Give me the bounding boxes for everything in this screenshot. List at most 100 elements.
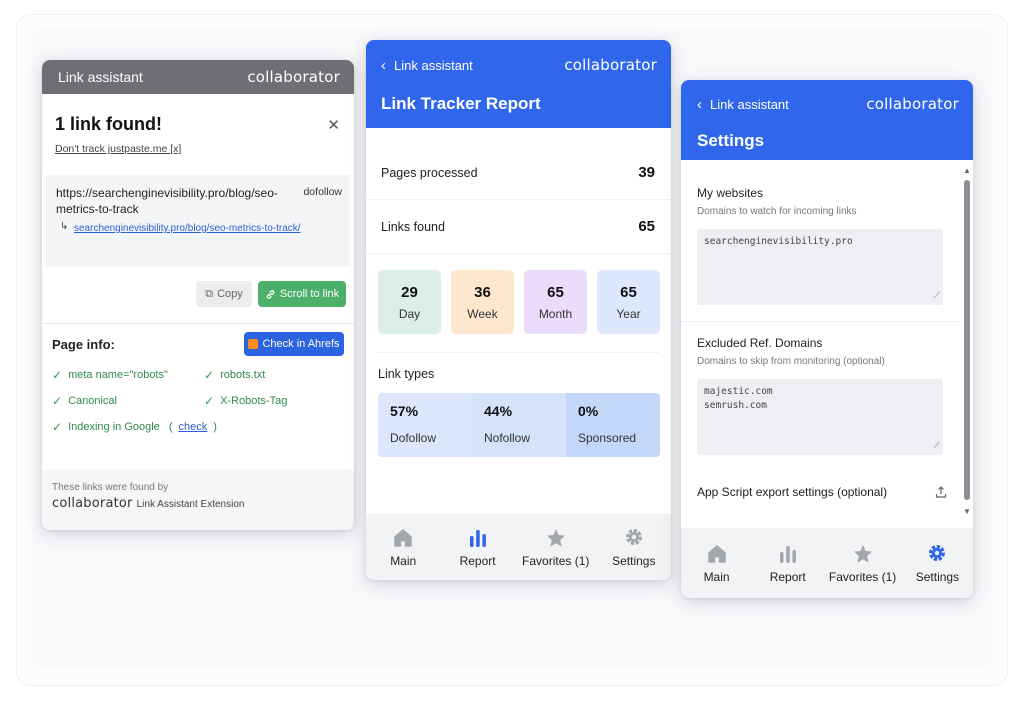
resize-grip-icon[interactable]: ⟋ (934, 439, 940, 453)
resize-grip-icon[interactable]: ⟋ (934, 289, 940, 303)
period-tile-month[interactable]: 65 Month (524, 270, 587, 334)
stat-value: 65 (638, 218, 655, 235)
link-url: https://searchenginevisibility.pro/blog/… (56, 186, 278, 216)
back-button[interactable]: ‹ Link assistant (381, 57, 473, 74)
stat-label: Links found (381, 219, 445, 234)
nav-report[interactable]: Report (448, 526, 508, 568)
link-types-bar: 57% Dofollow 44% Nofollow 0% Sponsored (378, 393, 660, 457)
found-title: 1 link found! (55, 114, 162, 134)
brand-logo: collaborator (564, 56, 657, 74)
settings-body: My websites Domains to watch for incomin… (681, 160, 961, 524)
link-type-sponsored: 0% Sponsored (566, 393, 660, 457)
checkmark-icon: ✓ (52, 368, 63, 382)
popup-footer: These links were found by collaborator L… (42, 470, 354, 530)
upload-icon[interactable] (935, 486, 947, 498)
link-tracker-report-panel: ‹ Link assistant collaborator Link Track… (366, 40, 671, 580)
link-type-dofollow: 57% Dofollow (378, 393, 472, 457)
checkmark-icon: ✓ (52, 394, 63, 408)
scroll-up-arrow-icon[interactable]: ▲ (963, 166, 971, 175)
my-websites-textarea[interactable]: searchenginevisibility.pro ⟋ (697, 229, 943, 305)
check-item: ✓ meta name="robots" (52, 368, 168, 382)
home-icon (707, 545, 726, 563)
check-item: ✓ Canonical (52, 394, 117, 408)
gear-icon (625, 529, 642, 545)
stat-row: Links found 65 (366, 200, 671, 254)
ahrefs-label: Check in Ahrefs (262, 338, 340, 350)
page-title: Settings (697, 131, 765, 150)
check-item: ✓ Indexing in Google (check) (52, 420, 217, 434)
footer-brand: collaborator (52, 496, 133, 511)
nav-settings[interactable]: Settings (907, 542, 967, 584)
check-item: ✓ robots.txt (204, 368, 266, 382)
footer-extension-name: Link Assistant Extension (136, 499, 245, 510)
nav-favorites[interactable]: Favorites (1) (522, 526, 589, 568)
section-subtitle: Domains to watch for incoming links (697, 206, 857, 217)
return-arrow-icon: ↳ (60, 221, 69, 232)
nav-report[interactable]: Report (758, 542, 818, 584)
scrollbar[interactable]: ▲ ▼ (961, 166, 973, 516)
back-label: Link assistant (710, 96, 789, 112)
stat-value: 39 (638, 164, 655, 181)
section-title: My websites (697, 186, 764, 200)
export-label: App Script export settings (optional) (697, 485, 888, 499)
nav-main[interactable]: Main (373, 526, 433, 568)
settings-header: ‹ Link assistant collaborator Settings (681, 80, 973, 160)
section-title: Excluded Ref. Domains (697, 336, 823, 350)
back-button[interactable]: ‹ Link assistant (697, 96, 789, 113)
period-tile-day[interactable]: 29 Day (378, 270, 441, 334)
footer-text: These links were found by (52, 482, 169, 493)
stat-row: Pages processed 39 (366, 146, 671, 200)
scrollbar-thumb[interactable] (964, 180, 970, 500)
link-icon (266, 289, 275, 299)
link-types-title: Link types (378, 367, 435, 381)
section-subtitle: Domains to skip from monitoring (optiona… (697, 356, 885, 367)
ahrefs-icon (248, 339, 259, 349)
link-type-nofollow: 44% Nofollow (472, 393, 566, 457)
stat-label: Pages processed (381, 165, 478, 180)
check-in-ahrefs-button[interactable]: Check in Ahrefs (244, 332, 344, 356)
nav-favorites[interactable]: Favorites (1) (829, 542, 896, 584)
bar-chart-icon (779, 546, 796, 563)
link-type-badge: dofollow (303, 186, 342, 198)
bar-chart-icon (469, 530, 486, 547)
period-tile-week[interactable]: 36 Week (451, 270, 514, 334)
popup-header: Link assistant collaborator (42, 60, 354, 94)
period-tiles: 29 Day 36 Week 65 Month 65 Year (366, 254, 671, 334)
page-info-label: Page info: (52, 336, 115, 352)
checkmark-icon: ✓ (204, 368, 215, 382)
link-assistant-popup: Link assistant collaborator 1 link found… (42, 60, 354, 530)
checkmark-icon: ✓ (204, 394, 215, 408)
scroll-to-link-button[interactable]: Scroll to link (258, 281, 346, 307)
bottom-nav: Main Report Favorites (1) Settings (681, 528, 973, 598)
home-icon (394, 529, 412, 547)
checkmark-icon: ✓ (52, 420, 63, 434)
copy-label: Copy (217, 288, 243, 300)
back-label: Link assistant (394, 57, 473, 73)
bottom-nav: Main Report Favorites (1) Settings (366, 514, 671, 580)
brand-logo: collaborator (866, 95, 959, 113)
scroll-label: Scroll to link (279, 288, 340, 300)
scroll-down-arrow-icon[interactable]: ▼ (963, 507, 971, 516)
nav-main[interactable]: Main (687, 542, 747, 584)
period-tile-year[interactable]: 65 Year (597, 270, 660, 334)
dont-track-link[interactable]: Don't track justpaste.me [x] (42, 135, 354, 155)
excluded-domains-textarea[interactable]: majestic.com semrush.com ⟋ (697, 379, 943, 455)
export-settings-row[interactable]: App Script export settings (optional) (697, 485, 947, 499)
check-link[interactable]: check (179, 421, 208, 433)
check-item: ✓ X-Robots-Tag (204, 394, 288, 408)
divider (681, 321, 961, 322)
brand-logo: collaborator (247, 68, 340, 86)
settings-panel: ‹ Link assistant collaborator Settings M… (681, 80, 973, 598)
gear-icon (929, 545, 946, 561)
star-icon (546, 529, 565, 547)
page-info-checks: ✓ meta name="robots" ✓ robots.txt ✓ Canonic… (42, 356, 354, 434)
found-link-card: https://searchenginevisibility.pro/blog/… (46, 175, 350, 267)
copy-icon: ⧉ (205, 287, 214, 300)
nav-settings[interactable]: Settings (604, 526, 664, 568)
report-header: ‹ Link assistant collaborator Link Track… (366, 40, 671, 128)
copy-button[interactable]: ⧉ Copy (196, 281, 252, 307)
chevron-left-icon: ‹ (381, 56, 386, 74)
link-target-url[interactable]: searchenginevisibility.pro/blog/seo-metr… (74, 221, 304, 236)
close-icon[interactable]: ✕ (327, 116, 340, 134)
page-title: Link Tracker Report (381, 94, 541, 113)
